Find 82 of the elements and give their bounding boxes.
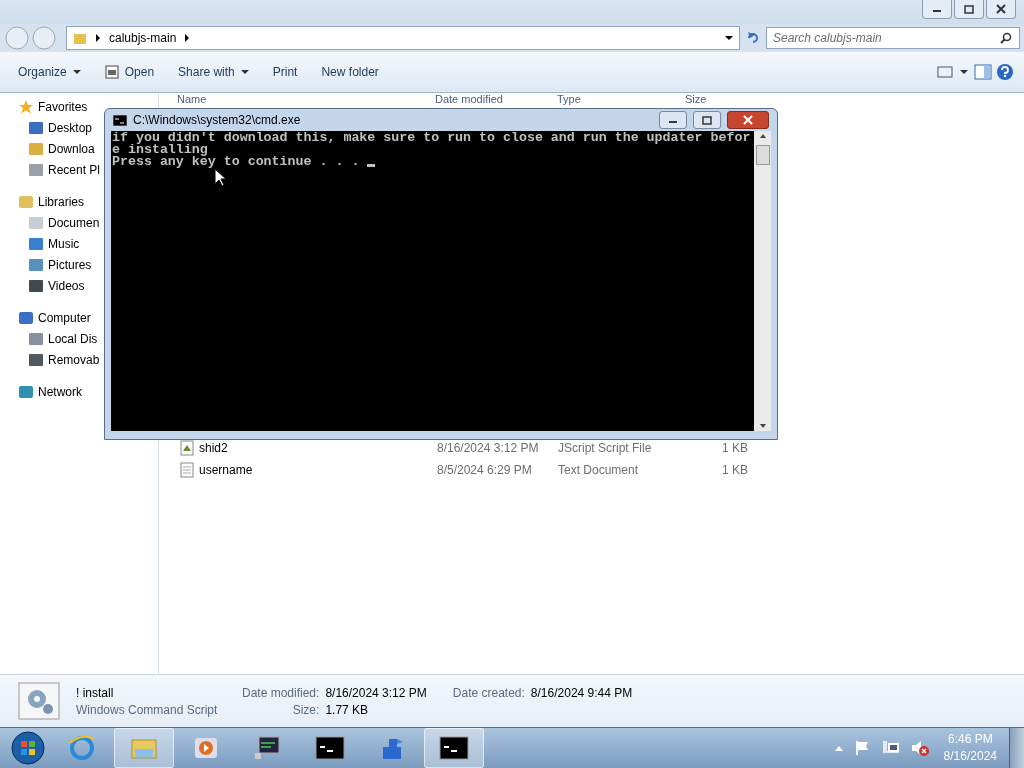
sidebar-item[interactable]: Pictures: [28, 257, 92, 273]
console-text: Press any key to continue . . .: [112, 156, 361, 168]
field-label: Date created:: [452, 685, 525, 700]
minimize-button[interactable]: [659, 111, 687, 129]
maximize-button[interactable]: [954, 0, 984, 19]
toolbar-button[interactable]: New folder: [311, 61, 389, 83]
sidebar-item[interactable]: Libraries: [18, 194, 85, 210]
sidebar-item[interactable]: Removab: [28, 352, 100, 368]
mouse-pointer-icon: [214, 168, 228, 188]
sidebar-item[interactable]: Documen: [28, 215, 100, 231]
maximize-icon: [702, 115, 712, 125]
help-icon[interactable]: [996, 63, 1014, 81]
console-text: if you didn't download this, make sure to run to close and run the updater befor: [112, 132, 751, 144]
close-icon: [996, 4, 1006, 14]
field-value: 1.77 KB: [325, 702, 370, 717]
minimize-button[interactable]: [922, 0, 952, 19]
field-label: Date modified:: [242, 685, 320, 700]
breadcrumb[interactable]: calubjs-main: [109, 31, 177, 45]
monitor-icon: [253, 735, 283, 761]
caret-icon[interactable]: [725, 35, 733, 41]
caret-icon: [240, 69, 249, 75]
sidebar-item[interactable]: Local Dis: [28, 331, 98, 347]
column-header[interactable]: Type: [537, 93, 665, 105]
script-file-icon: [179, 440, 195, 456]
table-cell-text: 8/5/2024 6:29 PM: [437, 463, 533, 477]
caret-icon: [72, 69, 81, 75]
maximize-button[interactable]: [693, 111, 721, 129]
console-icon: [439, 735, 469, 761]
text-file-icon: [179, 462, 195, 478]
sidebar-item[interactable]: Desktop: [28, 120, 93, 136]
chevron-icon[interactable]: [95, 34, 101, 42]
text-cursor: [367, 164, 376, 167]
sidebar-item[interactable]: Music: [28, 236, 80, 252]
sidebar-item[interactable]: Computer: [18, 310, 91, 326]
column-header[interactable]: Name: [159, 93, 432, 105]
address-bar[interactable]: calubjs-main: [66, 26, 740, 50]
field-value: 8/16/2024 9:44 PM: [530, 685, 633, 700]
maximize-icon: [964, 4, 974, 14]
view-options-icon[interactable]: [936, 64, 970, 80]
field-value: 8/16/2024 3:12 PM: [325, 685, 427, 700]
file-type: Windows Command Script: [76, 702, 218, 717]
window-title: C:\Windows\system32\cmd.exe: [133, 113, 301, 127]
folder-icon: [73, 31, 87, 45]
column-header[interactable]: Date modified: [432, 93, 537, 105]
table-cell-text: 8/16/2024 3:12 PM: [437, 441, 540, 455]
window-icon: [104, 65, 119, 79]
sidebar-item[interactable]: Videos: [28, 278, 85, 294]
start-button[interactable]: [10, 730, 46, 766]
toolbar-button[interactable]: Organize: [8, 61, 91, 83]
close-button[interactable]: [986, 0, 1016, 19]
table-cell-text: 1 KB: [721, 463, 748, 477]
volume-muted-icon[interactable]: [909, 739, 930, 757]
search-field[interactable]: Search calubjs-main: [766, 27, 1020, 49]
toolbar-button[interactable]: Share with: [168, 61, 259, 83]
sidebar-item[interactable]: Favorites: [18, 99, 88, 115]
sidebar-item[interactable]: Network: [18, 384, 82, 400]
console-icon: [113, 114, 127, 126]
table-cell-text: JScript Script File: [558, 441, 653, 455]
globe-icon: [67, 735, 97, 761]
file-name: ! install: [76, 685, 114, 700]
console-icon: [315, 735, 345, 761]
field-label: Size:: [291, 702, 320, 717]
table-cell-text: Text Document: [558, 463, 640, 477]
sidebar-item[interactable]: Downloa: [28, 141, 95, 157]
scroll-thumb[interactable]: [755, 145, 770, 165]
star-icon: [18, 99, 34, 115]
toolbar-button[interactable]: Print: [262, 61, 308, 83]
script-gear-icon: [18, 682, 60, 720]
sidebar-item[interactable]: Recent Pl: [28, 162, 101, 178]
console-text: e installing: [112, 144, 208, 156]
close-icon: [743, 115, 753, 125]
file-name[interactable]: username: [199, 463, 253, 477]
table-cell-text: 1 KB: [721, 441, 748, 455]
close-button[interactable]: [727, 111, 769, 129]
toolbar-button[interactable]: Open: [94, 61, 165, 83]
taskbar-button[interactable]: [424, 728, 484, 768]
file-name[interactable]: shid2: [199, 441, 228, 455]
search-icon[interactable]: [1000, 32, 1012, 44]
scrollbar[interactable]: [754, 131, 771, 431]
column-header[interactable]: Size: [665, 93, 707, 105]
show-desktop-button[interactable]: [1009, 728, 1024, 768]
chevron-icon[interactable]: [184, 34, 191, 42]
